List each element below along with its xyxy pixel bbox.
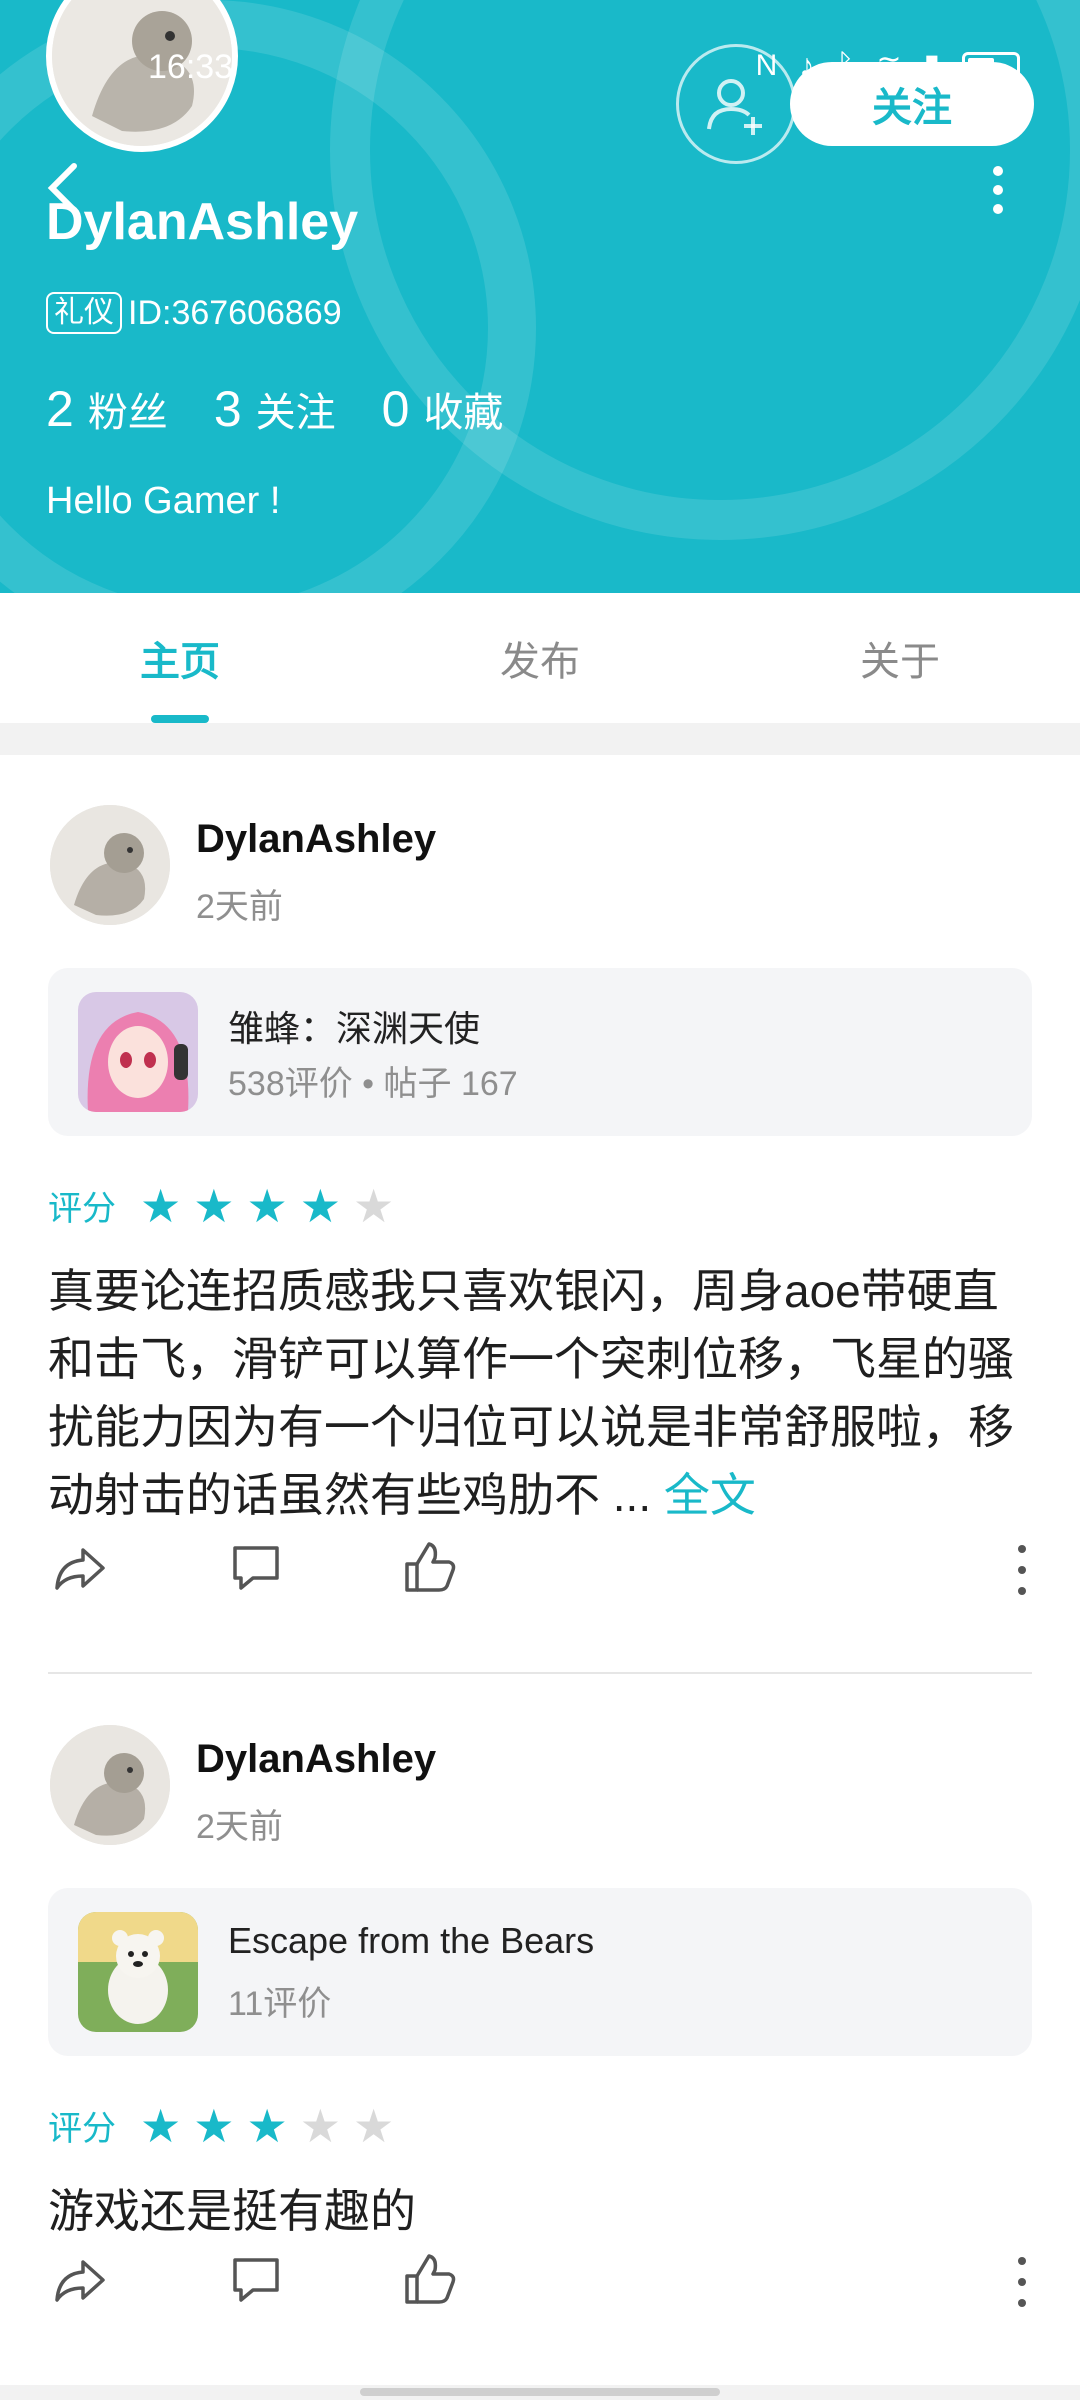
- thumbs-up-icon: [405, 2254, 456, 2304]
- star-icon: ★: [193, 2099, 235, 2152]
- feed: DylanAshley 2天前 雏蜂：深渊天使 538评价 • 帖子 167 评…: [0, 755, 1080, 2385]
- share-icon: [55, 2260, 105, 2302]
- profile-header: 16:33 N ♪ ᛒ ≋ ▮ 关注 DylanAshley 礼仪 ID:367…: [0, 0, 1080, 593]
- post-time: 2天前: [196, 888, 283, 926]
- more-dot: [1018, 2257, 1026, 2265]
- comment-icon: [233, 2258, 279, 2302]
- home-indicator[interactable]: [360, 2388, 720, 2396]
- like-button[interactable]: [398, 2247, 462, 2311]
- star-icon: ★: [140, 2099, 182, 2152]
- status-time: 16:33: [148, 48, 234, 86]
- post-body: 真要论连招质感我只喜欢银闪，周身aoe带硬直和击飞，滑铲可以算作一个突刺位移，飞…: [48, 1265, 1014, 1521]
- star-icon: ★: [193, 1179, 235, 1232]
- rating: 评分 ★ ★ ★ ★ ★: [48, 2101, 394, 2150]
- star-icon: ★: [246, 2099, 288, 2152]
- author-name[interactable]: DylanAshley: [196, 1737, 436, 1782]
- stat-number: 3: [213, 381, 242, 437]
- stat-favorites[interactable]: 0 收藏: [382, 380, 504, 438]
- post-text[interactable]: 真要论连招质感我只喜欢银闪，周身aoe带硬直和击飞，滑铲可以算作一个突刺位移，飞…: [48, 1257, 1038, 1529]
- stat-number: 0: [381, 381, 410, 437]
- more-dot: [1018, 2299, 1026, 2307]
- tab-posts[interactable]: 发布: [360, 593, 720, 723]
- star-icon: ★: [353, 1179, 395, 1232]
- post-more-button[interactable]: [1012, 2257, 1032, 2307]
- game-title: 雏蜂：深渊天使: [228, 1008, 481, 1049]
- author-avatar[interactable]: [50, 805, 170, 925]
- game-meta: 538评价 • 帖子 167: [228, 1065, 518, 1103]
- more-dot: [1018, 2278, 1026, 2286]
- profile-id-row: 礼仪 ID:367606869: [46, 292, 342, 334]
- share-icon: [55, 1548, 105, 1590]
- rating-label: 评分: [48, 1190, 116, 1228]
- follow-button[interactable]: 关注: [790, 62, 1034, 146]
- comment-icon: [233, 1546, 279, 1590]
- more-options-button[interactable]: [978, 160, 1018, 220]
- stat-following[interactable]: 3 关注: [214, 380, 336, 438]
- stat-label: 关注: [255, 391, 336, 435]
- share-button[interactable]: [48, 2247, 112, 2311]
- author-avatar[interactable]: [50, 1725, 170, 1845]
- comment-button[interactable]: [224, 2247, 288, 2311]
- profile-tabs: 主页 发布 关于: [0, 593, 1080, 723]
- profile-id: ID:367606869: [128, 293, 342, 332]
- etiquette-badge: 礼仪: [46, 292, 122, 334]
- more-dot: [993, 204, 1003, 214]
- more-dot: [993, 185, 1003, 195]
- stat-number: 2: [46, 381, 74, 437]
- add-user-icon: [707, 79, 762, 135]
- stat-label: 粉丝: [87, 391, 168, 435]
- post-text[interactable]: 游戏还是挺有趣的: [48, 2177, 1038, 2245]
- profile-stats: 2 粉丝 3 关注 0 收藏: [46, 380, 503, 438]
- profile-bio: Hello Gamer !: [46, 480, 281, 522]
- more-dot: [1018, 1587, 1026, 1595]
- post-body: 游戏还是挺有趣的: [48, 2185, 416, 2237]
- rating-label: 评分: [48, 2110, 116, 2148]
- post-time: 2天前: [196, 1808, 283, 1846]
- read-more-link[interactable]: 全文: [664, 1469, 756, 1521]
- rating: 评分 ★ ★ ★ ★ ★: [48, 1181, 394, 1230]
- post-actions: [48, 1535, 1032, 1605]
- like-button[interactable]: [398, 1535, 462, 1599]
- post-actions: [48, 2247, 1032, 2317]
- game-title: Escape from the Bears: [228, 1920, 595, 1961]
- more-dot: [1018, 1545, 1026, 1553]
- author-name[interactable]: DylanAshley: [196, 817, 436, 862]
- thumbs-up-icon: [405, 1542, 456, 1592]
- star-icon: ★: [299, 1179, 341, 1232]
- game-card[interactable]: Escape from the Bears 11评价: [48, 1888, 1032, 2056]
- stat-fans[interactable]: 2 粉丝: [46, 380, 168, 438]
- profile-username: DylanAshley: [46, 193, 359, 251]
- star-icon: ★: [140, 1179, 182, 1232]
- game-card[interactable]: 雏蜂：深渊天使 538评价 • 帖子 167: [48, 968, 1032, 1136]
- star-icon: ★: [299, 2099, 341, 2152]
- star-icon: ★: [246, 1179, 288, 1232]
- game-icon: [78, 992, 198, 1112]
- stat-label: 收藏: [423, 391, 504, 435]
- share-button[interactable]: [48, 1535, 112, 1599]
- add-friend-button[interactable]: [676, 44, 796, 164]
- tab-home[interactable]: 主页: [0, 593, 360, 723]
- game-icon: [78, 1912, 198, 2032]
- more-dot: [993, 166, 1003, 176]
- star-icon: ★: [353, 2099, 395, 2152]
- post-more-button[interactable]: [1012, 1545, 1032, 1595]
- more-dot: [1018, 1566, 1026, 1574]
- game-meta: 11评价: [228, 1985, 332, 2023]
- comment-button[interactable]: [224, 1535, 288, 1599]
- tab-about[interactable]: 关于: [720, 593, 1080, 723]
- post-divider: [48, 1672, 1032, 1674]
